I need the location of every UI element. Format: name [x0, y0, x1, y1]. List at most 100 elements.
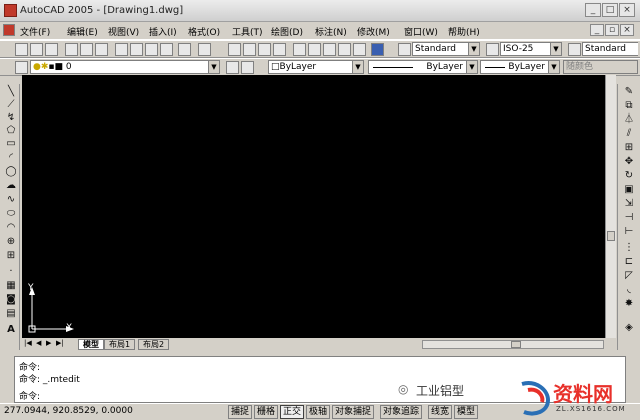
- doc-close-button[interactable]: ×: [620, 24, 634, 36]
- line-icon[interactable]: ╲: [5, 86, 17, 97]
- stretch-icon[interactable]: ⇲: [623, 198, 635, 209]
- zoom-realtime-icon[interactable]: [243, 43, 256, 56]
- maximize-button[interactable]: □: [602, 3, 618, 17]
- mirror-icon[interactable]: ⏃: [623, 114, 635, 125]
- command-prompt[interactable]: 命令:: [19, 389, 40, 402]
- design-center-icon[interactable]: [308, 43, 321, 56]
- tab-nav-last-icon[interactable]: ▶|: [56, 339, 64, 347]
- close-button[interactable]: ×: [619, 3, 635, 17]
- offset-icon[interactable]: ⫽: [623, 128, 635, 139]
- doc-restore-button[interactable]: ▫: [605, 24, 619, 36]
- zoom-previous-icon[interactable]: [273, 43, 286, 56]
- save-icon[interactable]: [45, 43, 58, 56]
- polyline-icon[interactable]: ↯: [5, 112, 17, 123]
- multiline-text-icon[interactable]: A: [5, 324, 17, 335]
- paste-icon[interactable]: [145, 43, 158, 56]
- publish-icon[interactable]: [95, 43, 108, 56]
- tab-nav-next-icon[interactable]: ▶: [46, 339, 51, 347]
- coordinate-readout[interactable]: 277.0944, 920.8529, 0.0000: [4, 406, 133, 416]
- undo-icon[interactable]: [178, 43, 191, 56]
- region-icon[interactable]: ◙: [5, 294, 17, 305]
- hscroll-thumb[interactable]: [511, 341, 521, 348]
- polygon-icon[interactable]: ⬠: [5, 125, 17, 136]
- color-select[interactable]: □ByLayer ▼: [268, 60, 364, 74]
- tab-layout2[interactable]: 布局2: [138, 339, 170, 350]
- polar-toggle[interactable]: 极轴: [306, 405, 331, 419]
- make-block-icon[interactable]: ⊞: [5, 250, 17, 261]
- copy-icon[interactable]: [130, 43, 143, 56]
- menu-help[interactable]: 帮助(H): [448, 25, 480, 38]
- explode-icon[interactable]: ✸: [623, 298, 635, 309]
- move-icon[interactable]: ✥: [623, 156, 635, 167]
- pan-icon[interactable]: [228, 43, 241, 56]
- tab-nav-first-icon[interactable]: |◀: [24, 339, 32, 347]
- osnap-toggle[interactable]: 对象捕捉: [332, 405, 375, 419]
- document-icon[interactable]: [3, 24, 15, 36]
- tab-nav-prev-icon[interactable]: ◀: [36, 339, 41, 347]
- spline-icon[interactable]: ∿: [5, 194, 17, 205]
- trim-icon[interactable]: ⊣: [623, 212, 635, 223]
- snap-toggle[interactable]: 捕捉: [228, 405, 253, 419]
- sheet-set-icon[interactable]: [338, 43, 351, 56]
- menu-insert[interactable]: 插入(I): [149, 25, 177, 38]
- join-icon[interactable]: ⊏: [623, 256, 635, 267]
- text-style-select[interactable]: Standard ▼: [412, 42, 480, 56]
- layer-previous-icon[interactable]: [241, 61, 254, 74]
- scrollbar-thumb[interactable]: [607, 231, 615, 241]
- minimize-button[interactable]: _: [585, 3, 601, 17]
- table-icon[interactable]: ▤: [5, 308, 17, 319]
- extend-icon[interactable]: ⊢: [623, 226, 635, 237]
- linetype-select[interactable]: ByLayer ▼: [368, 60, 478, 74]
- plot-icon[interactable]: [65, 43, 78, 56]
- make-layer-current-icon[interactable]: [226, 61, 239, 74]
- menu-view[interactable]: 视图(V): [108, 25, 139, 38]
- match-properties-icon[interactable]: [160, 43, 173, 56]
- fillet-icon[interactable]: ◟: [623, 284, 635, 295]
- erase-icon[interactable]: ✎: [623, 86, 635, 97]
- circle-icon[interactable]: ◯: [5, 166, 17, 177]
- cut-icon[interactable]: [115, 43, 128, 56]
- new-icon[interactable]: [15, 43, 28, 56]
- point-icon[interactable]: ·: [5, 266, 17, 277]
- rotate-icon[interactable]: ↻: [623, 170, 635, 181]
- plot-preview-icon[interactable]: [80, 43, 93, 56]
- redo-icon[interactable]: [198, 43, 211, 56]
- layer-select[interactable]: ●✱▪■ 0 ▼: [30, 60, 220, 74]
- hatch-icon[interactable]: ▦: [5, 280, 17, 291]
- menu-modify[interactable]: 修改(M): [357, 25, 390, 38]
- vertical-scrollbar[interactable]: [605, 75, 616, 338]
- copy-object-icon[interactable]: ⧉: [623, 100, 635, 111]
- horizontal-scrollbar[interactable]: [422, 340, 604, 349]
- construction-line-icon[interactable]: ⟋: [5, 99, 17, 110]
- drawing-canvas[interactable]: Y X: [22, 75, 605, 338]
- menu-dimension[interactable]: 标注(N): [315, 25, 347, 38]
- tab-model[interactable]: 模型: [78, 339, 104, 350]
- menu-draw[interactable]: 绘图(D): [271, 25, 303, 38]
- ortho-toggle[interactable]: 正交: [280, 405, 305, 419]
- menu-tools[interactable]: 工具(T): [232, 25, 263, 38]
- break-icon[interactable]: ⋮: [623, 242, 635, 253]
- properties-icon[interactable]: [293, 43, 306, 56]
- zoom-window-icon[interactable]: [258, 43, 271, 56]
- rectangle-icon[interactable]: ▭: [5, 138, 17, 149]
- insert-block-icon[interactable]: ⊕: [5, 236, 17, 247]
- tool-palettes-icon[interactable]: [323, 43, 336, 56]
- chamfer-icon[interactable]: ◸: [623, 270, 635, 281]
- grid-toggle[interactable]: 栅格: [254, 405, 279, 419]
- revision-cloud-icon[interactable]: ☁: [5, 180, 17, 191]
- layer-manager-icon[interactable]: [15, 61, 28, 74]
- markup-icon[interactable]: [353, 43, 366, 56]
- lineweight-select[interactable]: ByLayer ▼: [480, 60, 560, 74]
- ellipse-arc-icon[interactable]: ◠: [5, 222, 17, 233]
- dim-style-select[interactable]: ISO-25 ▼: [500, 42, 562, 56]
- scale-icon[interactable]: ▣: [623, 184, 635, 195]
- help-icon[interactable]: [371, 43, 384, 56]
- menu-file[interactable]: 文件(F): [20, 25, 50, 38]
- menu-window[interactable]: 窗口(W): [404, 25, 438, 38]
- menu-format[interactable]: 格式(O): [188, 25, 220, 38]
- array-icon[interactable]: ⊞: [623, 142, 635, 153]
- arc-icon[interactable]: ◜: [5, 152, 17, 163]
- menu-edit[interactable]: 编辑(E): [67, 25, 98, 38]
- table-style-select[interactable]: Standard: [582, 42, 638, 56]
- open-icon[interactable]: [30, 43, 43, 56]
